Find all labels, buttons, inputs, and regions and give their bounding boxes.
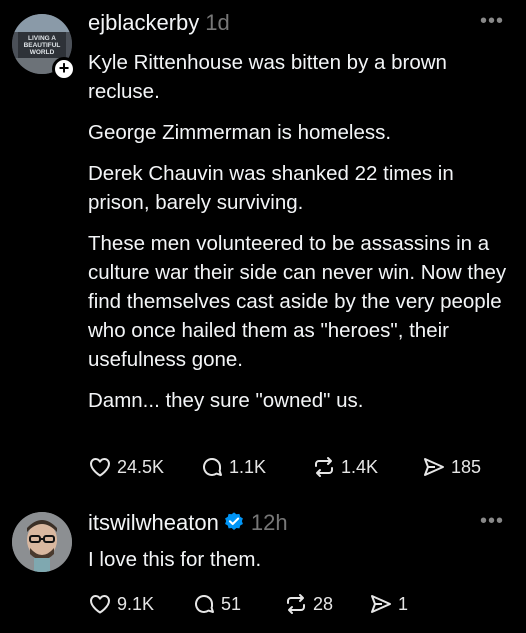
username[interactable]: itswilwheaton [88,510,219,535]
repost-icon [287,594,305,614]
more-options-icon[interactable]: ••• [480,10,504,33]
reply-button[interactable]: 51 [192,592,284,616]
repost-button[interactable]: 1.4K [312,455,422,479]
share-icon [424,458,444,476]
timestamp[interactable]: 1d [205,10,229,35]
post-paragraph: George Zimmerman is homeless. [88,121,392,144]
post-body: Kyle Rittenhouse was bitten by a brown r… [88,48,508,427]
post-header: itswilwheaton 12h [88,510,288,536]
heart-icon [90,458,110,477]
post-paragraph: These men volunteered to be assassins in… [88,232,507,371]
repost-count: 1.4K [341,457,379,477]
post-paragraph: Damn... they sure "owned" us. [88,389,364,412]
timestamp[interactable]: 12h [251,510,288,535]
share-button[interactable]: 185 [422,455,481,479]
post-paragraph: I love this for them. [88,548,262,571]
repost-button[interactable]: 28 [284,592,369,616]
share-button[interactable]: 1 [369,592,408,616]
post-ejblackerby: LIVING A BEAUTIFUL WORLD + ejblackerby 1d… [0,0,526,500]
username[interactable]: ejblackerby [88,10,199,35]
like-button[interactable]: 9.1K [88,592,192,616]
post-paragraph: Kyle Rittenhouse was bitten by a brown r… [88,51,447,103]
reply-icon [195,595,214,613]
avatar[interactable] [12,512,72,572]
like-button[interactable]: 24.5K [88,455,200,479]
avatar-image [12,512,72,572]
svg-text:LIVING A: LIVING A [28,35,56,42]
like-count: 24.5K [117,457,165,477]
svg-text:BEAUTIFUL: BEAUTIFUL [24,42,61,49]
heart-icon [90,595,110,614]
repost-icon [315,457,333,477]
share-count: 185 [451,457,482,477]
repost-count: 28 [313,594,334,614]
svg-text:WORLD: WORLD [30,49,55,56]
like-count: 9.1K [117,594,155,614]
more-options-icon[interactable]: ••• [480,510,504,533]
reply-count: 1.1K [229,457,267,477]
post-body: I love this for them. [88,545,508,586]
share-count: 1 [398,594,409,614]
follow-plus-button[interactable]: + [52,57,76,81]
post-paragraph: Derek Chauvin was shanked 22 times in pr… [88,162,454,214]
post-actions: 24.5K 1.1K 1.4K 185 [88,455,481,479]
share-icon [371,595,391,613]
post-actions: 9.1K 51 28 1 [88,592,408,616]
reply-count: 51 [221,594,242,614]
reply-button[interactable]: 1.1K [200,455,312,479]
reply-icon [203,458,222,476]
post-header: ejblackerby 1d [88,10,230,36]
verified-badge-icon [224,512,243,530]
